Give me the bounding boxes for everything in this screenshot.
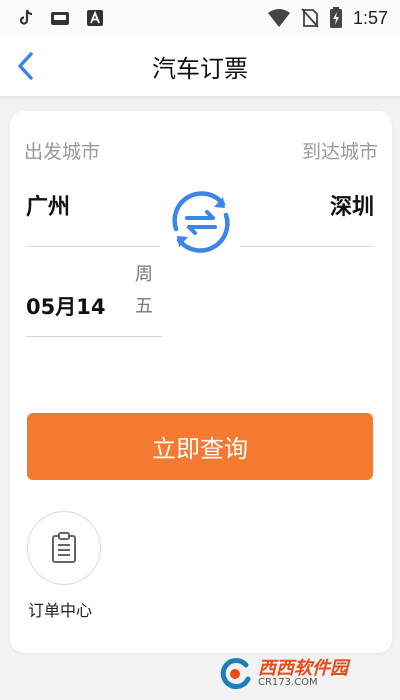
text-a-icon — [87, 10, 103, 26]
chevron-left-icon — [18, 52, 33, 80]
weekday-char-2: 五 — [135, 296, 153, 317]
watermark-url: CR173.COM — [258, 677, 318, 688]
status-time: 1:57 — [352, 7, 388, 28]
tiktok-icon — [19, 9, 33, 25]
swap-cities-button[interactable] — [163, 184, 239, 260]
app-header: 汽车订票 — [0, 36, 400, 96]
wifi-icon — [267, 9, 290, 27]
watermark-swirl-icon — [220, 658, 251, 690]
watermark-logo: 西西软件园 CR173.COM — [218, 654, 394, 694]
battery-charging-icon — [329, 7, 342, 28]
weekday-char-1: 周 — [135, 264, 153, 285]
no-sim-icon — [301, 8, 319, 28]
date-underline — [26, 336, 162, 337]
tv-icon — [51, 12, 69, 25]
page-title: 汽车订票 — [152, 54, 248, 83]
departure-date-field[interactable]: 05月14 — [26, 291, 105, 321]
status-right-icons: 1:57 — [267, 7, 388, 29]
order-center-button[interactable] — [27, 511, 101, 585]
departure-city-underline — [26, 246, 160, 247]
status-bar: 1:57 — [0, 0, 400, 36]
weekday-label: 周 五 — [132, 259, 156, 323]
watermark-title: 西西软件园 — [258, 658, 348, 679]
arrival-city-underline — [240, 246, 374, 247]
arrival-city-field[interactable]: 深圳 — [330, 189, 374, 221]
clipboard-icon — [52, 532, 76, 563]
departure-city-field[interactable]: 广州 — [26, 189, 70, 221]
swap-arrows-icon — [172, 191, 230, 253]
ticket-search-card: 出发城市 到达城市 广州 深圳 05月14 周 五 立即查询 订单中心 — [10, 111, 392, 653]
departure-city-label: 出发城市 — [24, 141, 101, 163]
arrival-city-label: 到达城市 — [301, 141, 378, 163]
status-left-icons — [18, 9, 104, 27]
back-button[interactable] — [10, 50, 40, 82]
order-center-label: 订单中心 — [28, 601, 93, 620]
search-button[interactable]: 立即查询 — [27, 413, 373, 480]
